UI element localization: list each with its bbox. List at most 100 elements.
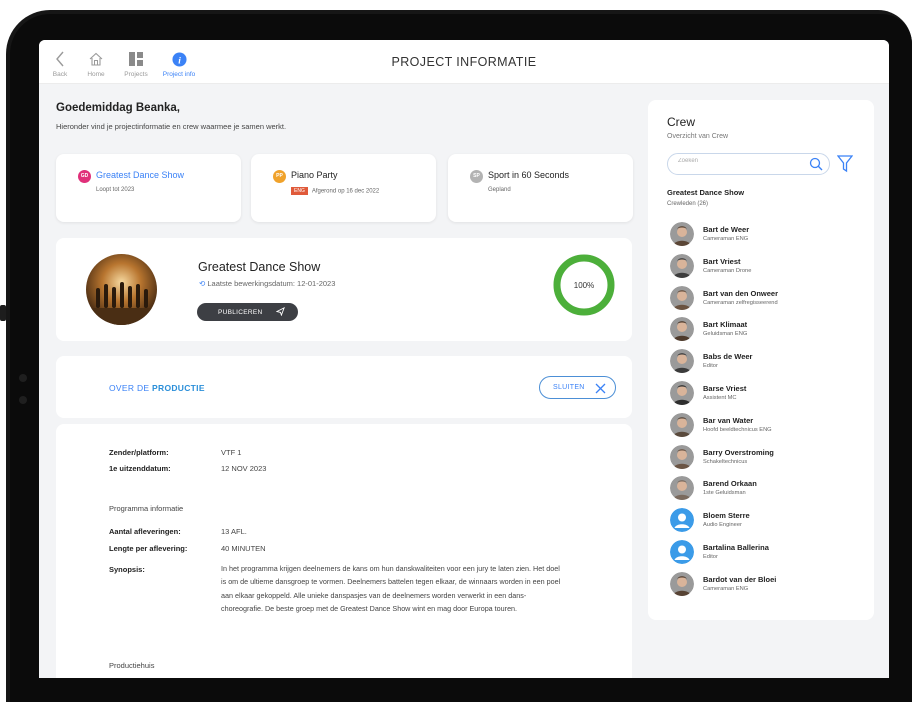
info-key: Zender/platform: bbox=[109, 448, 169, 457]
history-icon: ⟲ bbox=[199, 279, 206, 288]
project-detail-card: Greatest Dance Show ⟲ Laatste bewerkings… bbox=[56, 238, 632, 341]
project-name: Piano Party bbox=[291, 170, 338, 180]
crew-member[interactable]: Bart de Weer Cameraman ENG bbox=[670, 222, 870, 250]
crew-member-name: Barend Orkaan bbox=[703, 479, 757, 489]
camera-dot bbox=[19, 374, 27, 382]
project-badge: PP bbox=[273, 170, 286, 183]
crew-member[interactable]: Bartalina Ballerina Editor bbox=[670, 540, 870, 568]
publish-label: PUBLICEREN bbox=[218, 308, 263, 316]
crew-member-role: Schakeltechnicus bbox=[703, 458, 748, 465]
info-value: 13 AFL. bbox=[221, 527, 247, 536]
crew-member[interactable]: Babs de Weer Editor bbox=[670, 349, 870, 377]
send-icon bbox=[275, 306, 285, 318]
crew-member-name: Barry Overstroming bbox=[703, 447, 774, 457]
info-value: 12 NOV 2023 bbox=[221, 464, 267, 473]
crew-member-name: Barse Vriest bbox=[703, 384, 747, 393]
crew-search bbox=[667, 153, 830, 175]
greeting-subtitle: Hieronder vind je projectinformatie en c… bbox=[56, 122, 287, 131]
crew-member[interactable]: Bar van Water Hoofd beeldtechnicus ENG bbox=[670, 412, 870, 441]
last-edit-date: ⟲ Laatste bewerkingsdatum: 12-01-2023 bbox=[199, 279, 335, 288]
progress-label: 100% bbox=[574, 281, 594, 290]
crew-member-role: Cameraman Drone bbox=[703, 267, 752, 274]
eng-tag: ENG bbox=[291, 187, 308, 195]
filter-icon[interactable] bbox=[836, 155, 854, 178]
crew-title: Crew bbox=[667, 115, 696, 129]
info-value: VTF 1 bbox=[221, 448, 242, 457]
program-info-heading: Programma informatie bbox=[109, 504, 184, 513]
project-badge: SP bbox=[470, 170, 483, 183]
project-name: Greatest Dance Show bbox=[96, 170, 185, 180]
project-card-sport-in-60-seconds[interactable]: SP Sport in 60 Seconds Gepland bbox=[448, 154, 633, 222]
about-production-bar: OVER DE PRODUCTIE SLUITEN bbox=[56, 356, 632, 418]
project-card-piano-party[interactable]: PP Piano Party ENG Afgerond op 16 dec 202… bbox=[251, 154, 436, 222]
nav-projects-label: Projects bbox=[124, 71, 148, 78]
crew-member[interactable]: Bart van den Onweer Cameraman zelfregisse… bbox=[670, 285, 870, 314]
volume-button bbox=[0, 305, 6, 321]
crew-member-name: Bardot van der Bloei bbox=[703, 574, 777, 584]
crew-member[interactable]: Bloem Sterre Audio Engineer bbox=[670, 508, 870, 536]
crew-member-role: Editor bbox=[703, 363, 718, 370]
camera-dot bbox=[19, 396, 27, 404]
app-screen: Back Home Projects i Project info PROJEC… bbox=[39, 40, 889, 678]
project-image bbox=[86, 254, 157, 325]
page-title: PROJECT INFORMATIE bbox=[391, 55, 537, 69]
crew-member-role: Editor bbox=[703, 554, 718, 560]
avatar bbox=[670, 222, 694, 246]
crew-member-role: Geluidsman ENG bbox=[703, 331, 748, 338]
avatar bbox=[670, 317, 694, 342]
avatar bbox=[670, 349, 694, 374]
project-name: Sport in 60 Seconds bbox=[488, 170, 570, 180]
search-icon[interactable] bbox=[809, 157, 823, 176]
crew-member-name: Bloem Sterre bbox=[703, 511, 750, 521]
synopsis-text: In het programma krijgen deelnemers de k… bbox=[221, 564, 561, 613]
crew-member[interactable]: Bardot van der Bloei Cameraman ENG bbox=[670, 571, 870, 600]
crew-member[interactable]: Barse Vriest Assistent MC bbox=[670, 381, 870, 409]
crew-member[interactable]: Barry Overstroming Schakeltechnicus bbox=[670, 444, 870, 473]
publish-button[interactable]: PUBLICEREN bbox=[197, 303, 298, 321]
info-key: Lengte per aflevering: bbox=[109, 544, 188, 553]
top-nav-bar: Back Home Projects i Project info PROJEC… bbox=[39, 40, 889, 84]
info-key: 1e uitzenddatum: bbox=[109, 464, 171, 473]
close-button[interactable]: SLUITEN bbox=[539, 376, 616, 399]
about-prefix: OVER DE bbox=[109, 383, 150, 393]
avatar bbox=[670, 381, 694, 405]
crew-member-role: Audio Engineer bbox=[703, 522, 742, 529]
crew-member-name: Bart Klimaat bbox=[703, 320, 748, 330]
search-input[interactable] bbox=[678, 158, 798, 164]
project-status-text: Afgerond op 16 dec 2022 bbox=[311, 188, 380, 195]
crew-count: Crewleden (26) bbox=[667, 201, 709, 207]
info-key: Synopsis: bbox=[109, 565, 145, 574]
project-status: ENG Afgerond op 16 dec 2022 bbox=[291, 187, 379, 195]
avatar bbox=[670, 285, 694, 310]
project-badge: GD bbox=[78, 170, 91, 183]
crew-member-name: Bart de Weer bbox=[703, 225, 750, 234]
info-key: Aantal afleveringen: bbox=[109, 527, 181, 536]
avatar bbox=[670, 412, 694, 437]
production-info: Zender/platform: VTF 1 1e uitzenddatum: … bbox=[56, 424, 632, 678]
avatar bbox=[670, 508, 694, 533]
project-card-greatest-dance-show[interactable]: GD Greatest Dance Show Loopt tot 2023 bbox=[56, 154, 241, 222]
avatar bbox=[670, 476, 694, 501]
close-label: SLUITEN bbox=[553, 384, 585, 391]
crew-member-role: Assistent MC bbox=[703, 395, 737, 401]
crew-member-name: Bart Vriest bbox=[703, 256, 741, 266]
crew-subtitle: Overzicht van Crew bbox=[667, 133, 729, 140]
info-value: 40 MINUTEN bbox=[221, 544, 266, 553]
crew-member-role: Hoofd beeldtechnicus ENG bbox=[703, 426, 772, 433]
crew-member-name: Babs de Weer bbox=[703, 352, 753, 362]
last-edit-text: Laatste bewerkingsdatum: 12-01-2023 bbox=[207, 279, 336, 288]
crew-member-name: Bart van den Onweer bbox=[703, 288, 779, 298]
project-title: Greatest Dance Show bbox=[198, 260, 321, 274]
crew-member[interactable]: Barend Orkaan 1ste Geluidsman bbox=[670, 476, 870, 504]
crew-member[interactable]: Bart Vriest Cameraman Drone bbox=[670, 253, 870, 282]
project-status: Loopt tot 2023 bbox=[96, 187, 135, 193]
crew-member[interactable]: Bart Klimaat Geluidsman ENG bbox=[670, 317, 870, 345]
avatar bbox=[670, 540, 694, 564]
crew-panel: Crew Overzicht van Crew Greatest Dance S… bbox=[648, 100, 874, 620]
crew-member-name: Bar van Water bbox=[703, 415, 754, 425]
crew-member-role: 1ste Geluidsman bbox=[703, 490, 746, 497]
nav-project-info-label: Project info bbox=[162, 71, 196, 78]
crew-member-role: Cameraman ENG bbox=[703, 585, 749, 592]
close-icon bbox=[595, 382, 606, 403]
crew-member-name: Bartalina Ballerina bbox=[703, 543, 769, 552]
